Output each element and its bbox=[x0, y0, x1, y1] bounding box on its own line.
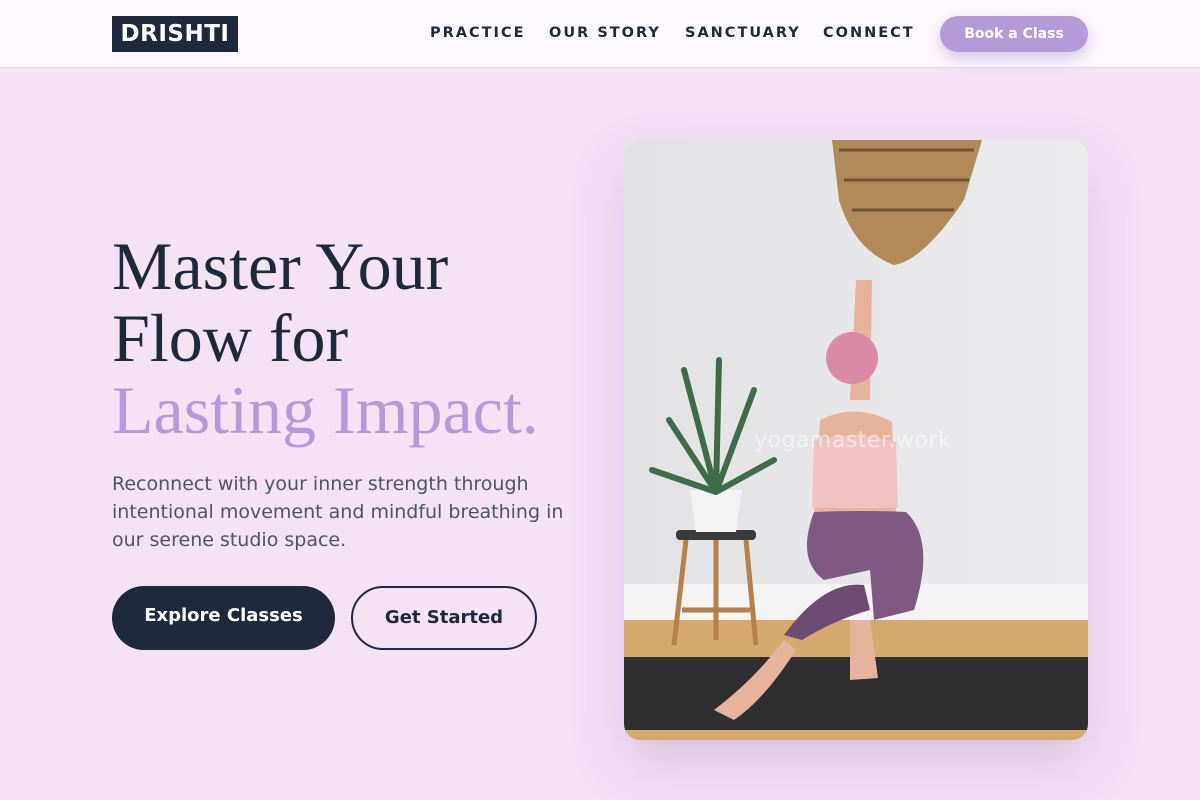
hero-subtext: Reconnect with your inner strength throu… bbox=[112, 473, 564, 551]
headline-accent: Lasting Impact. bbox=[112, 372, 539, 448]
nav-link-sanctuary[interactable]: SANCTUARY bbox=[685, 24, 801, 42]
explore-classes-button[interactable]: Explore Classes bbox=[112, 586, 335, 650]
nav-link-practice[interactable]: PRACTICE bbox=[430, 24, 526, 42]
nav-link-connect[interactable]: CONNECT bbox=[823, 24, 915, 42]
hero-image: yogamaster.work bbox=[624, 140, 1088, 740]
image-watermark: yogamaster.work bbox=[754, 428, 952, 453]
hero-headline: Master Your Flow for Lasting Impact. bbox=[112, 230, 612, 446]
headline-line-1: Master Your bbox=[112, 228, 449, 304]
nav-link-our-story[interactable]: OUR STORY bbox=[549, 24, 661, 42]
get-started-button[interactable]: Get Started bbox=[351, 586, 537, 650]
headline-line-2: Flow for bbox=[112, 300, 349, 376]
site-header: DRISHTI PRACTICE OUR STORY SANCTUARY CON… bbox=[0, 0, 1200, 68]
book-class-button[interactable]: Book a Class bbox=[940, 16, 1088, 52]
